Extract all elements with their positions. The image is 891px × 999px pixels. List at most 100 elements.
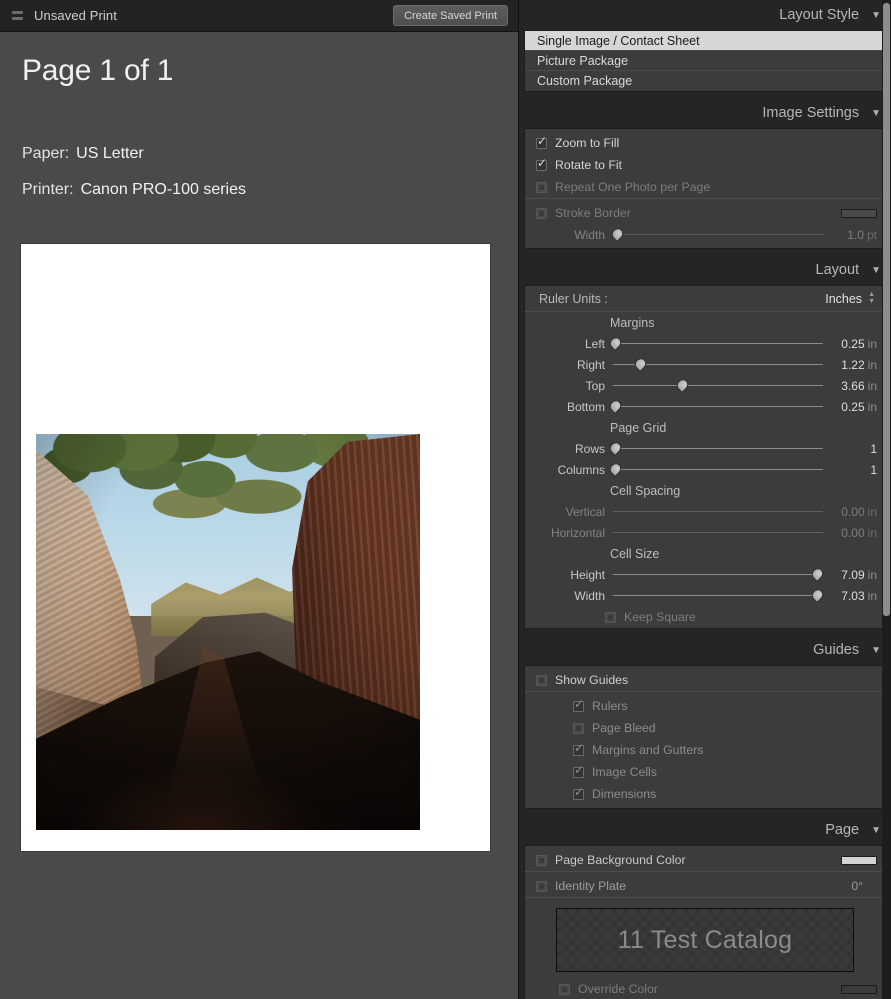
checkbox-guides-rulers[interactable]: Rulers bbox=[525, 695, 885, 717]
slider-track bbox=[613, 343, 823, 344]
slider-margin-left[interactable]: Left 0.25 in bbox=[525, 333, 885, 354]
checkbox-rotate-to-fit[interactable]: Rotate to Fit bbox=[525, 154, 885, 176]
slider-track-area[interactable] bbox=[613, 375, 823, 396]
layout-style-option-picture-package[interactable]: Picture Package bbox=[525, 51, 885, 71]
value-number: 1 bbox=[870, 441, 877, 456]
checkbox-guides-image-cells[interactable]: Image Cells bbox=[525, 761, 885, 783]
chevron-down-icon[interactable]: ▼ bbox=[871, 825, 881, 836]
checkbox-guides-dimensions[interactable]: Dimensions bbox=[525, 783, 885, 805]
chevron-down-icon[interactable]: ▼ bbox=[871, 10, 881, 21]
panel-header-page[interactable]: Page ▼ bbox=[519, 815, 891, 845]
slider-columns[interactable]: Columns 1 bbox=[525, 459, 885, 480]
ruler-units-dropdown[interactable]: Ruler Units : Inches ▲ ▼ bbox=[525, 286, 885, 312]
checkbox-identity-plate[interactable]: Identity Plate 0° bbox=[525, 875, 885, 897]
slider-track-area[interactable] bbox=[613, 522, 823, 543]
checkbox-icon[interactable] bbox=[536, 674, 547, 686]
slider-cell-spacing-horizontal[interactable]: Horizontal 0.00 in bbox=[525, 522, 885, 543]
checkbox-icon[interactable] bbox=[536, 157, 547, 171]
checkbox-guides-page-bleed[interactable]: Page Bleed bbox=[525, 717, 885, 739]
checkbox-icon[interactable] bbox=[536, 854, 547, 866]
slider-rows[interactable]: Rows 1 bbox=[525, 438, 885, 459]
preview-body: Page 1 of 1 Paper: US Letter Printer: Cano… bbox=[0, 32, 518, 999]
slider-cell-spacing-vertical[interactable]: Vertical 0.00 in bbox=[525, 501, 885, 522]
override-color-swatch[interactable] bbox=[841, 984, 877, 994]
slider-track-area[interactable] bbox=[607, 333, 823, 354]
checkbox-icon[interactable] bbox=[573, 722, 584, 734]
slider-cell-height[interactable]: Height 7.09 in bbox=[525, 564, 885, 585]
identity-plate-preview[interactable]: 11 Test Catalog bbox=[556, 908, 854, 972]
chevron-down-icon[interactable]: ▼ bbox=[871, 108, 881, 119]
option-label: Picture Package bbox=[537, 53, 629, 68]
checkbox-icon[interactable] bbox=[536, 207, 547, 219]
panel-title-layout-style: Layout Style bbox=[779, 7, 860, 23]
checkbox-keep-square[interactable]: Keep Square bbox=[525, 606, 885, 628]
slider-track-area[interactable] bbox=[613, 585, 826, 606]
panel-header-image-settings[interactable]: Image Settings ▼ bbox=[519, 98, 891, 128]
top-toolbar: Unsaved Print Create Saved Print bbox=[0, 0, 518, 32]
slider-margin-right[interactable]: Right 1.22 in bbox=[525, 354, 885, 375]
checkbox-zoom-to-fill[interactable]: Zoom to Fill bbox=[525, 132, 885, 154]
panel-title-guides: Guides bbox=[813, 642, 860, 658]
checkbox-stroke-border[interactable]: Stroke Border bbox=[525, 202, 885, 224]
checkbox-label: Margins and Gutters bbox=[592, 743, 704, 757]
slider-track-area[interactable] bbox=[613, 501, 823, 522]
checkbox-repeat-one-photo-per-page[interactable]: Repeat One Photo per Page bbox=[525, 176, 885, 198]
slider-stroke-border-width[interactable]: Width 1.0 pt bbox=[525, 224, 885, 245]
slider-knob[interactable] bbox=[632, 355, 649, 373]
checkbox-show-guides[interactable]: Show Guides bbox=[525, 669, 885, 691]
slider-track-area[interactable] bbox=[613, 564, 826, 585]
panel-scrollbar[interactable] bbox=[882, 0, 891, 999]
value-unit: in bbox=[867, 567, 877, 582]
ruler-units-value-wrap[interactable]: Inches ▲ ▼ bbox=[825, 291, 875, 306]
checkbox-label: Page Background Color bbox=[555, 853, 686, 867]
checkbox-icon[interactable] bbox=[573, 786, 584, 800]
slider-margin-top[interactable]: Top 3.66 in bbox=[525, 375, 885, 396]
slider-knob[interactable] bbox=[674, 376, 691, 394]
checkbox-page-background-color[interactable]: Page Background Color bbox=[525, 849, 885, 871]
chevron-down-icon[interactable]: ▼ bbox=[871, 265, 881, 276]
checkbox-icon[interactable] bbox=[536, 135, 547, 149]
panel-header-layout[interactable]: Layout ▼ bbox=[519, 255, 891, 285]
slider-track-area[interactable] bbox=[613, 354, 823, 375]
checkbox-icon[interactable] bbox=[605, 611, 616, 623]
page-background-color-swatch[interactable] bbox=[841, 855, 877, 865]
checkbox-label: Zoom to Fill bbox=[555, 136, 620, 150]
panel-header-layout-style[interactable]: Layout Style ▼ bbox=[519, 0, 891, 30]
right-panel: Layout Style ▼ Single Image / Contact Sh… bbox=[518, 0, 891, 999]
panel-body-guides: Show Guides Rulers Page Bleed Margins an… bbox=[524, 665, 886, 809]
checkbox-override-color[interactable]: Override Color bbox=[525, 978, 885, 999]
identity-plate-angle[interactable]: 0° bbox=[852, 879, 863, 893]
checkbox-guides-margins-and-gutters[interactable]: Margins and Gutters bbox=[525, 739, 885, 761]
checkbox-icon[interactable] bbox=[573, 764, 584, 778]
chevron-down-icon[interactable]: ▼ bbox=[871, 645, 881, 656]
slider-value: 0.00 in bbox=[823, 505, 885, 519]
slider-cell-width[interactable]: Width 7.03 in bbox=[525, 585, 885, 606]
checkbox-label: Keep Square bbox=[624, 610, 696, 624]
slider-track-area[interactable] bbox=[609, 224, 823, 245]
page-sheet[interactable] bbox=[21, 244, 490, 851]
updown-arrows-icon[interactable]: ▲ ▼ bbox=[868, 291, 875, 305]
checkbox-icon[interactable] bbox=[559, 983, 570, 995]
slider-knob[interactable] bbox=[809, 586, 826, 604]
slider-track-area[interactable] bbox=[607, 459, 823, 480]
photo-cell[interactable] bbox=[36, 434, 420, 830]
checkbox-label: Identity Plate bbox=[555, 879, 627, 893]
layout-style-option-single-image[interactable]: Single Image / Contact Sheet bbox=[525, 31, 885, 51]
filter-icon[interactable] bbox=[6, 0, 28, 32]
panel-scrollbar-thumb[interactable] bbox=[883, 3, 890, 616]
panel-header-guides[interactable]: Guides ▼ bbox=[519, 635, 891, 665]
slider-label: Top bbox=[585, 378, 605, 393]
slider-track bbox=[613, 469, 823, 470]
create-saved-print-button[interactable]: Create Saved Print bbox=[393, 5, 508, 26]
slider-knob[interactable] bbox=[809, 565, 826, 583]
slider-margin-bottom[interactable]: Bottom 0.25 in bbox=[525, 396, 885, 417]
slider-track-area[interactable] bbox=[607, 396, 823, 417]
stroke-border-color-swatch[interactable] bbox=[841, 208, 877, 218]
checkbox-icon[interactable] bbox=[573, 698, 584, 712]
slider-value: 0.25 in bbox=[823, 400, 885, 414]
layout-style-option-custom-package[interactable]: Custom Package bbox=[525, 71, 885, 91]
slider-track-area[interactable] bbox=[607, 438, 823, 459]
checkbox-icon[interactable] bbox=[573, 742, 584, 756]
checkbox-icon[interactable] bbox=[536, 181, 547, 193]
checkbox-icon[interactable] bbox=[536, 880, 547, 892]
